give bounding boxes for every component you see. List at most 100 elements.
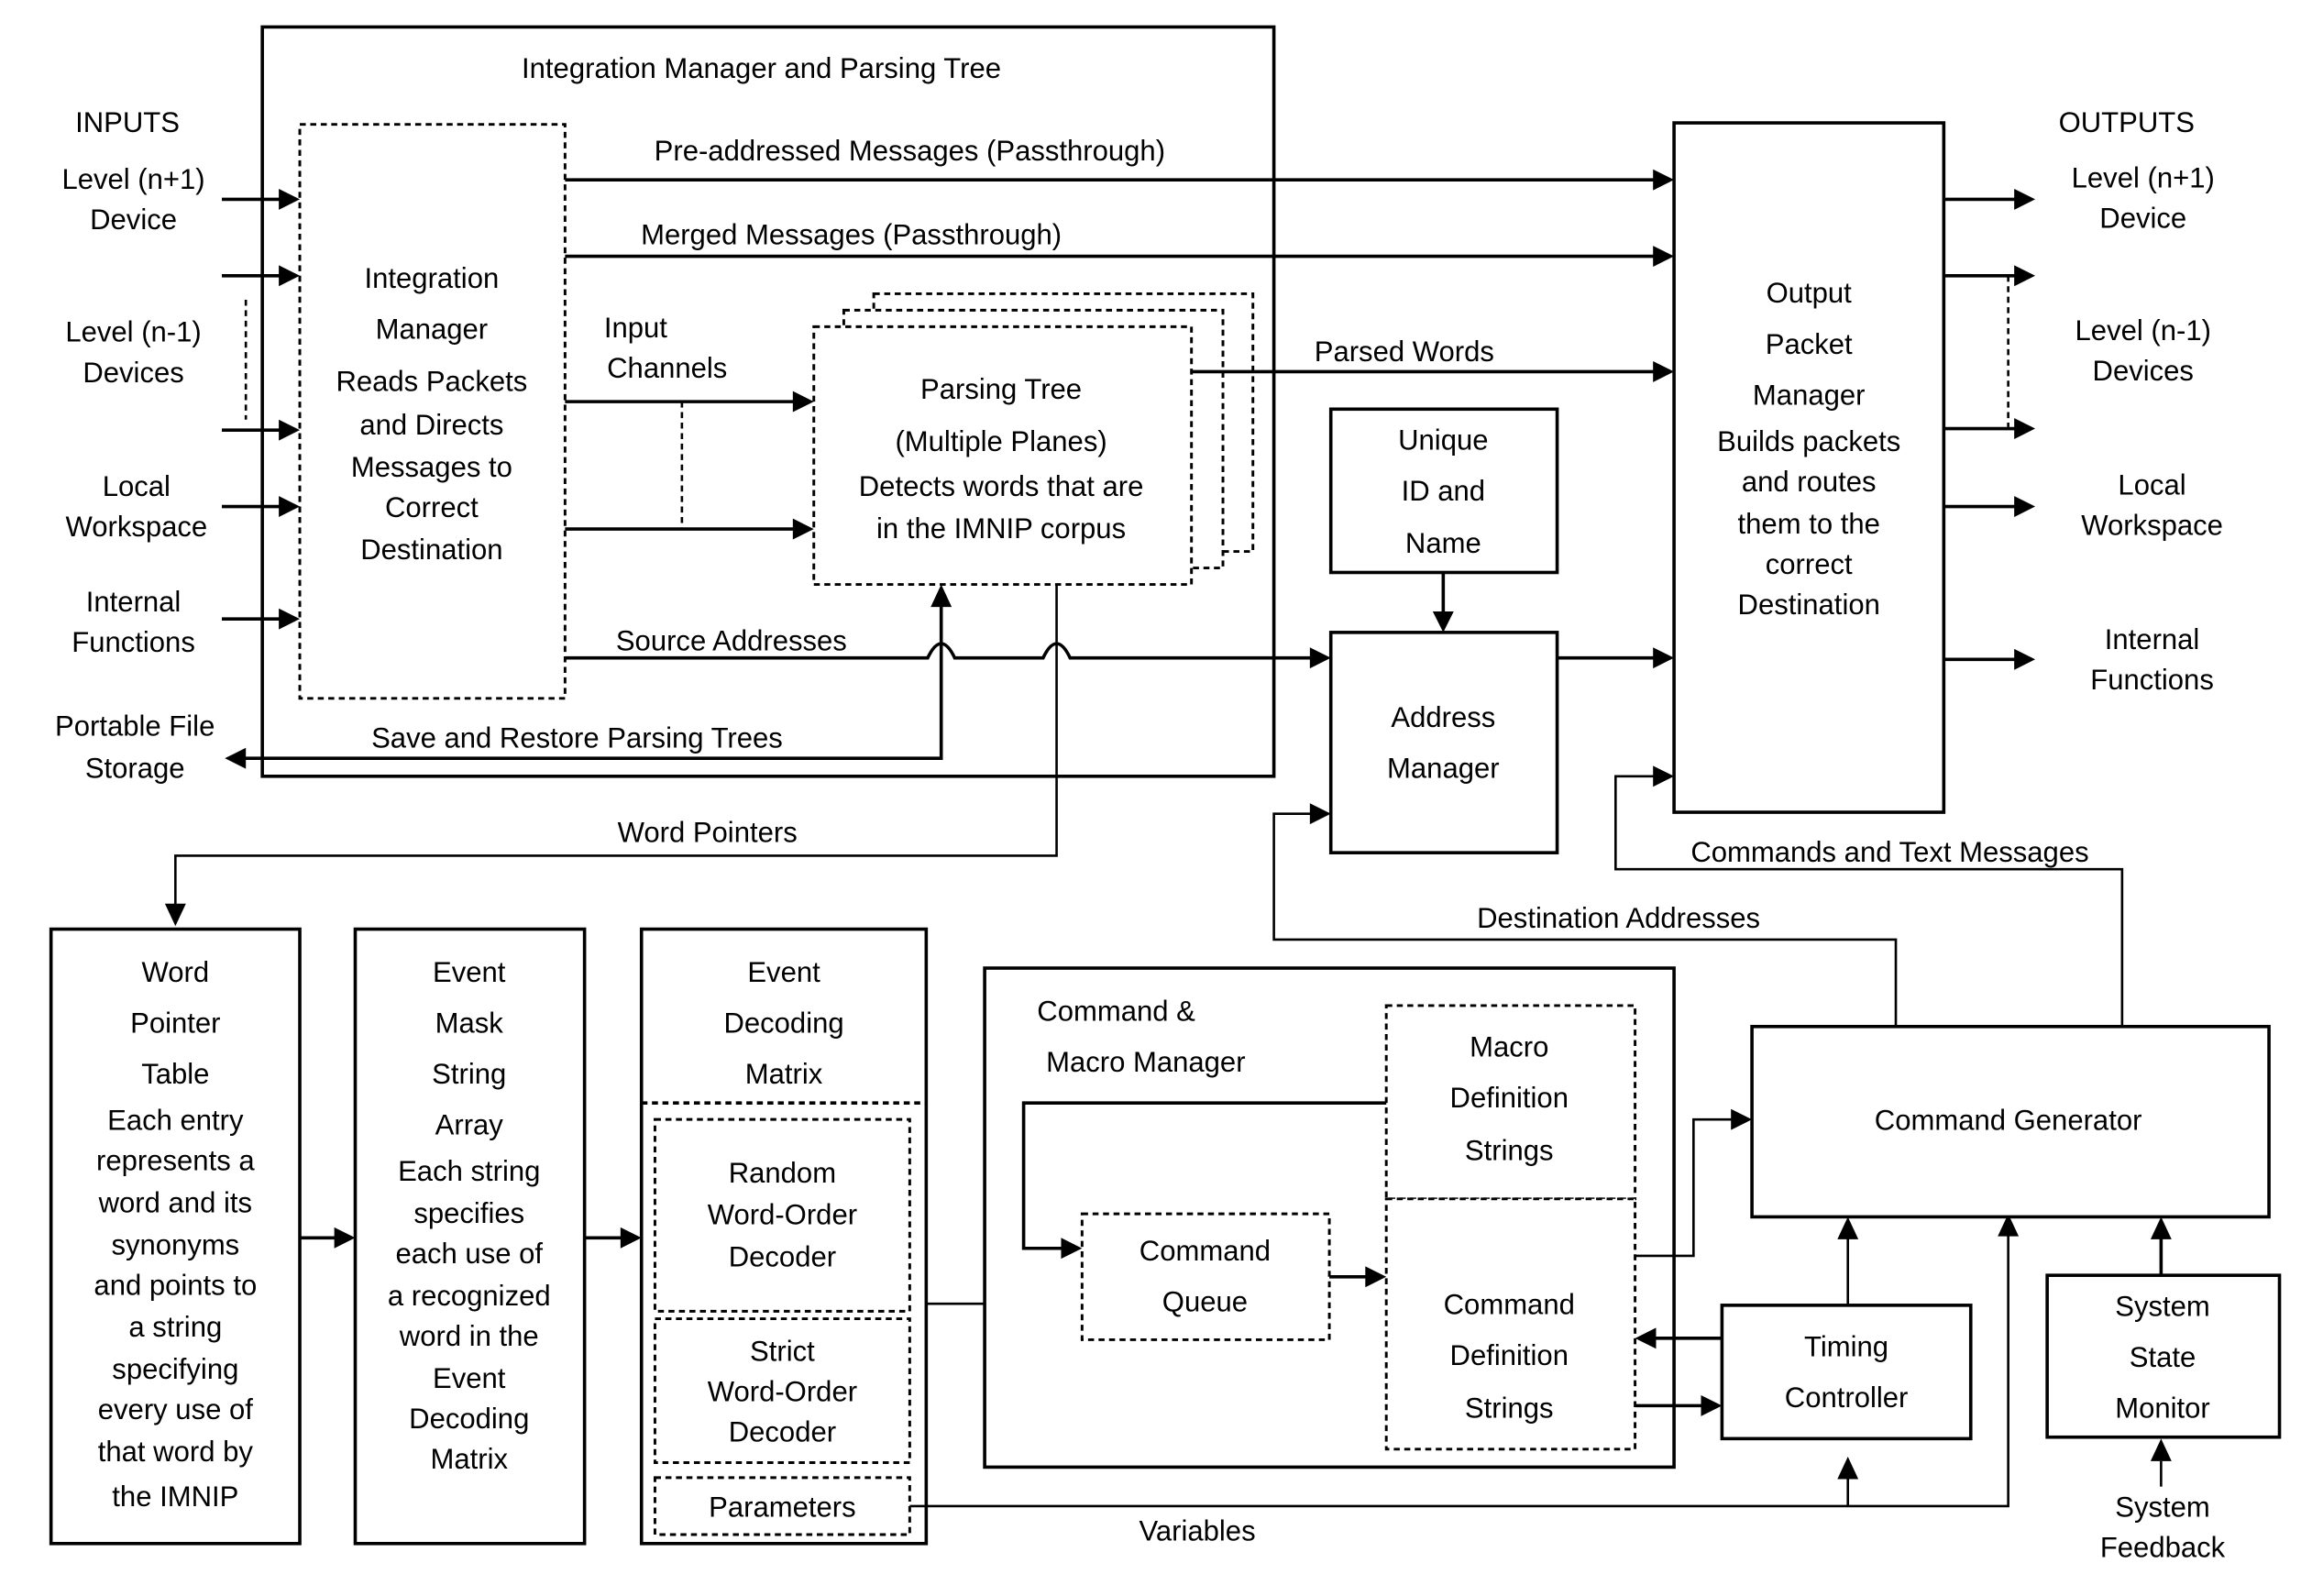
svg-text:Table: Table bbox=[141, 1058, 209, 1090]
svg-text:Name: Name bbox=[1405, 527, 1481, 559]
svg-text:and Directs: and Directs bbox=[359, 409, 503, 441]
svg-text:Manager: Manager bbox=[1387, 752, 1500, 784]
arrow-head bbox=[1432, 611, 1454, 633]
command-macro-title: Command & bbox=[1037, 995, 1195, 1027]
input-level-n-plus-1: Level (n+1) bbox=[61, 163, 204, 195]
svg-text:synonyms: synonyms bbox=[111, 1228, 239, 1260]
svg-text:Matrix: Matrix bbox=[430, 1443, 508, 1475]
svg-text:Detects words that are: Detects words that are bbox=[859, 470, 1144, 502]
svg-text:Word-Order: Word-Order bbox=[708, 1199, 857, 1231]
input-internal-functions: Internal bbox=[86, 586, 182, 618]
svg-text:Command: Command bbox=[1139, 1235, 1271, 1267]
svg-text:Messages to: Messages to bbox=[351, 451, 512, 483]
event-mask-group: Event Mask String Array Each string spec… bbox=[353, 927, 642, 1546]
svg-text:in the IMNIP corpus: in the IMNIP corpus bbox=[876, 512, 1126, 545]
arrow-head bbox=[1653, 360, 1675, 382]
svg-text:Decoder: Decoder bbox=[729, 1240, 836, 1272]
svg-text:Feedback: Feedback bbox=[2100, 1531, 2226, 1563]
arrow-head bbox=[1653, 246, 1675, 267]
arrow-head bbox=[2150, 1216, 2172, 1239]
arrow-head bbox=[1701, 1394, 1723, 1416]
svg-text:specifying: specifying bbox=[112, 1353, 238, 1385]
svg-text:every use of: every use of bbox=[98, 1393, 253, 1425]
portable-file-storage: Portable File bbox=[55, 710, 215, 743]
integration-parsing-title: Integration Manager and Parsing Tree bbox=[522, 52, 1001, 84]
arrow-head bbox=[620, 1227, 642, 1249]
output-level-n-minus-1: Level (n-1) bbox=[2075, 314, 2211, 347]
outputs-group: OUTPUTS Level (n+1) Device Level (n-1) D… bbox=[1943, 106, 2223, 696]
save-restore-label: Save and Restore Parsing Trees bbox=[371, 722, 783, 754]
svg-text:Destination: Destination bbox=[360, 534, 502, 566]
svg-text:represents a: represents a bbox=[96, 1145, 255, 1177]
arrow-head bbox=[1309, 803, 1331, 825]
svg-text:Unique: Unique bbox=[1398, 424, 1488, 456]
input-local-workspace: Local bbox=[103, 470, 171, 502]
svg-text:word in the: word in the bbox=[399, 1320, 539, 1352]
svg-text:Command Generator: Command Generator bbox=[1875, 1105, 2142, 1137]
svg-text:Manager: Manager bbox=[1753, 379, 1866, 411]
svg-text:Strings: Strings bbox=[1465, 1392, 1554, 1424]
svg-text:Controller: Controller bbox=[1785, 1381, 1909, 1414]
output-packet-manager-group: Output Packet Manager Builds packets and… bbox=[1672, 121, 1946, 814]
svg-text:word and its: word and its bbox=[98, 1187, 252, 1219]
svg-text:Macro Manager: Macro Manager bbox=[1046, 1046, 1245, 1078]
svg-text:Matrix: Matrix bbox=[745, 1058, 823, 1090]
svg-text:Decoding: Decoding bbox=[409, 1403, 529, 1435]
svg-text:Packet: Packet bbox=[1766, 328, 1853, 360]
svg-text:Command: Command bbox=[1444, 1289, 1575, 1321]
parsed-words-label: Parsed Words bbox=[1315, 336, 1494, 368]
arrow-head bbox=[334, 1227, 356, 1249]
outputs-title: OUTPUTS bbox=[2059, 106, 2195, 138]
svg-text:Decoding: Decoding bbox=[723, 1007, 843, 1039]
arrow-head bbox=[164, 903, 186, 927]
system-state-monitor-group: System State Monitor System Feedback bbox=[2045, 1216, 2282, 1563]
svg-text:Array: Array bbox=[435, 1108, 504, 1140]
svg-text:Word-Order: Word-Order bbox=[708, 1375, 857, 1407]
svg-text:Pointer: Pointer bbox=[130, 1007, 220, 1039]
input-channels-label: Input bbox=[604, 312, 667, 344]
svg-text:a string: a string bbox=[128, 1311, 222, 1343]
svg-text:Definition: Definition bbox=[1450, 1082, 1569, 1114]
svg-text:Strings: Strings bbox=[1465, 1134, 1554, 1166]
command-queue-box bbox=[1080, 1212, 1331, 1341]
system-feedback-label: System bbox=[2115, 1491, 2210, 1523]
svg-text:Strict: Strict bbox=[750, 1335, 815, 1367]
svg-text:Definition: Definition bbox=[1450, 1339, 1569, 1371]
output-local-workspace: Local bbox=[2118, 468, 2185, 501]
svg-text:Device: Device bbox=[90, 204, 177, 236]
svg-text:each use of: each use of bbox=[395, 1238, 543, 1270]
svg-text:Timing: Timing bbox=[1804, 1330, 1888, 1362]
destination-addresses-label: Destination Addresses bbox=[1477, 902, 1760, 934]
variables-label: Variables bbox=[1139, 1515, 1255, 1547]
svg-text:correct: correct bbox=[1766, 548, 1853, 580]
output-level-n-plus-1: Level (n+1) bbox=[2072, 161, 2215, 193]
imnip-architecture-diagram: Integration Manager and Parsing Tree Int… bbox=[49, 25, 2282, 1563]
svg-text:Correct: Correct bbox=[385, 491, 479, 523]
svg-text:Queue: Queue bbox=[1162, 1285, 1248, 1317]
command-generator-group: Command Generator bbox=[1750, 1024, 2271, 1219]
svg-text:Parsing Tree: Parsing Tree bbox=[920, 373, 1082, 405]
merged-label: Merged Messages (Passthrough) bbox=[641, 218, 1062, 250]
svg-text:Manager: Manager bbox=[376, 313, 489, 345]
output-internal-functions: Internal bbox=[2105, 623, 2200, 655]
svg-text:Event: Event bbox=[433, 956, 506, 988]
pre-addressed-label: Pre-addressed Messages (Passthrough) bbox=[655, 135, 1165, 167]
source-addresses-label: Source Addresses bbox=[616, 624, 847, 656]
arrow-head bbox=[1653, 169, 1675, 191]
arrow-head bbox=[1837, 1456, 1859, 1480]
svg-text:and routes: and routes bbox=[1742, 466, 1877, 498]
word-pointer-table-group: Word Pointer Table Each entry represents… bbox=[49, 927, 356, 1546]
svg-text:that word by: that word by bbox=[98, 1436, 254, 1468]
svg-text:Each string: Each string bbox=[398, 1155, 540, 1187]
svg-text:Devices: Devices bbox=[83, 357, 183, 389]
arrow-head bbox=[1837, 1216, 1859, 1239]
svg-text:Macro: Macro bbox=[1470, 1030, 1548, 1062]
svg-text:specifies: specifies bbox=[413, 1197, 524, 1229]
svg-text:the IMNIP: the IMNIP bbox=[112, 1480, 238, 1513]
svg-text:Random: Random bbox=[729, 1157, 836, 1189]
svg-text:State: State bbox=[2130, 1341, 2196, 1373]
timing-controller-group: Timing Controller bbox=[1720, 1216, 1973, 1441]
command-macro-manager-group: Command & Macro Manager Macro Definition… bbox=[983, 966, 1676, 1469]
svg-text:Device: Device bbox=[2099, 202, 2186, 234]
inputs-title: INPUTS bbox=[75, 106, 180, 138]
